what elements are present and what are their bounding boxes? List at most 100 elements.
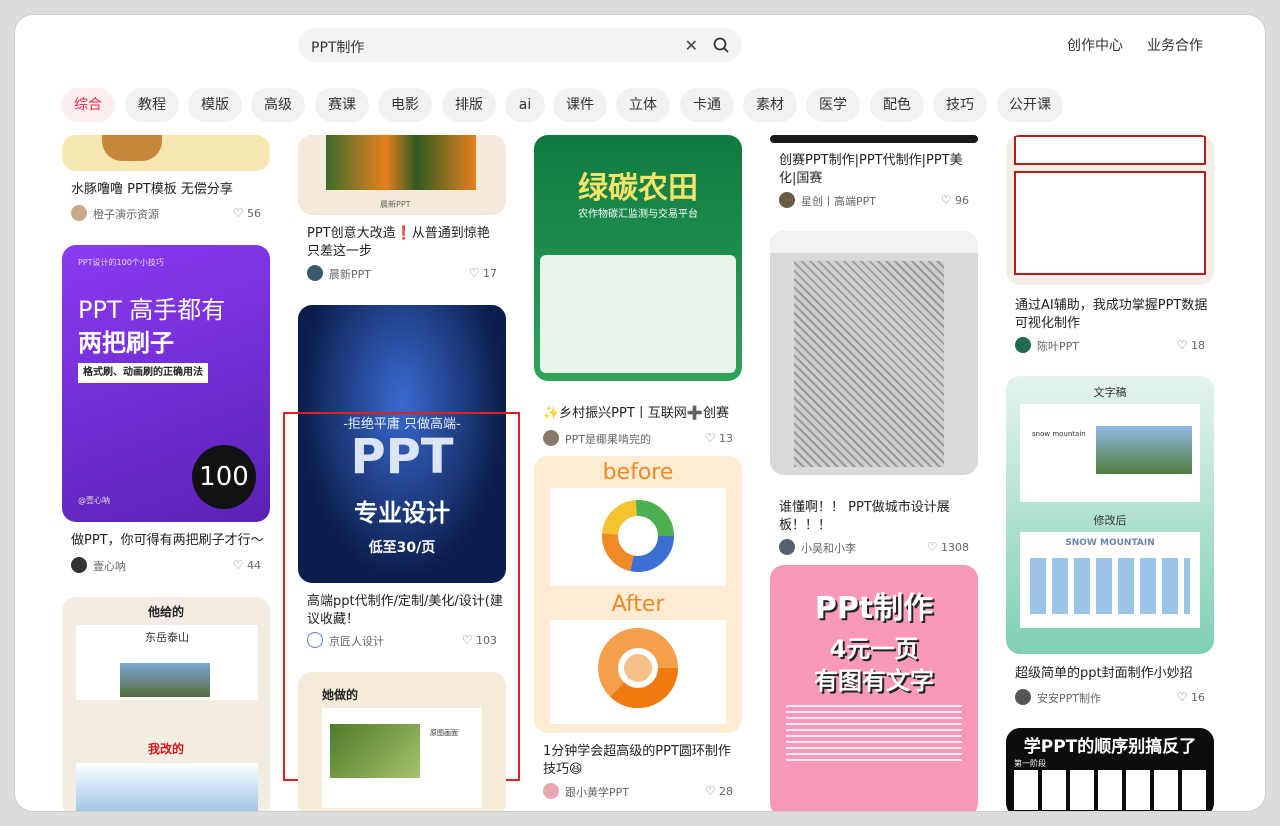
note-meta: 星创丨高端PPT ♡ 96 (779, 192, 969, 208)
note-title[interactable]: 创赛PPT制作|PPT代制作|PPT美化|国赛 (779, 152, 974, 188)
cover-side-text: 原图画面 (430, 729, 458, 737)
like-count[interactable]: ♡ 1308 (909, 540, 969, 554)
like-count[interactable]: ♡ 13 (673, 431, 733, 445)
author-name[interactable]: 晨新PPT (329, 266, 371, 282)
heart-icon[interactable]: ♡ (1177, 690, 1188, 704)
note-cover[interactable]: 学PPT的顺序别搞反了 第一阶段 (1006, 728, 1214, 811)
note-cover[interactable] (62, 135, 270, 171)
note-cover[interactable]: 他给的 东岳泰山 我改的 (62, 597, 270, 811)
note-cover[interactable]: 文字稿 snow mountain 修改后 SNOW MOUNTAIN (1006, 376, 1214, 654)
tab-category[interactable]: 电影 (378, 88, 432, 122)
author-name[interactable]: 陈叶PPT (1037, 338, 1079, 354)
cover-price: 4元一页 (829, 635, 919, 663)
tab-category[interactable]: 综合 (61, 88, 115, 122)
like-number: 16 (1191, 691, 1205, 704)
tab-category[interactable]: 模版 (188, 88, 242, 122)
note-cover[interactable]: PPt制作 4元一页 有图有文字 (770, 565, 978, 811)
avatar[interactable] (71, 557, 87, 573)
cover-slide-title: snow mountain (1032, 430, 1086, 438)
avatar[interactable] (543, 430, 559, 446)
note-cover[interactable]: before After (534, 456, 742, 733)
tab-category[interactable]: 卡通 (680, 88, 734, 122)
cover-caption-red: 我改的 (147, 742, 184, 756)
note-cover[interactable] (770, 231, 978, 475)
heart-icon[interactable]: ♡ (927, 540, 938, 554)
donut-chart-before (602, 500, 674, 572)
like-count[interactable]: ♡ 18 (1145, 338, 1205, 352)
heart-icon[interactable]: ♡ (705, 431, 716, 445)
like-count[interactable]: ♡ 16 (1145, 690, 1205, 704)
heart-icon[interactable]: ♡ (1177, 338, 1188, 352)
tab-category[interactable]: 高级 (251, 88, 305, 122)
avatar[interactable] (307, 265, 323, 281)
avatar[interactable] (779, 539, 795, 555)
tab-category[interactable]: 医学 (806, 88, 860, 122)
like-count[interactable]: ♡ 17 (437, 266, 497, 280)
note-title[interactable]: PPT创意大改造❗️从普通到惊艳只差这一步 (307, 225, 502, 261)
cover-caption: 她做的 (322, 688, 359, 702)
search-box[interactable]: PPT制作 ✕ (298, 28, 742, 62)
note-feed: 水豚噜噜 PPT模板 无偿分享 橙子演示资源 ♡ 56 PPT设计的100个小技… (15, 135, 1265, 811)
author-name[interactable]: 橙子演示资源 (93, 206, 159, 222)
note-cover[interactable]: 她做的 原图画面 (298, 672, 506, 811)
like-number: 28 (719, 785, 733, 798)
tab-category[interactable]: 教程 (125, 88, 179, 122)
like-count[interactable]: ♡ 96 (909, 193, 969, 207)
tab-category[interactable]: 素材 (743, 88, 797, 122)
heart-icon[interactable]: ♡ (233, 206, 244, 220)
note-meta: 小吴和小李 ♡ 1308 (779, 539, 969, 555)
avatar[interactable] (779, 192, 795, 208)
tab-category[interactable]: 立体 (616, 88, 670, 122)
like-count[interactable]: ♡ 28 (673, 784, 733, 798)
note-cover[interactable]: 绿碳农田 农作物碳汇监测与交易平台 (534, 135, 742, 381)
nav-creator-center[interactable]: 创作中心 (1067, 35, 1123, 55)
tab-category[interactable]: ai (505, 88, 545, 122)
author-name[interactable]: 星创丨高端PPT (801, 193, 876, 209)
note-cover[interactable] (1006, 135, 1214, 285)
tab-category[interactable]: 排版 (442, 88, 496, 122)
heart-icon[interactable]: ♡ (469, 266, 480, 280)
note-cover[interactable]: PPT设计的100个小技巧 PPT 高手都有 两把刷子 格式刷、动画刷的正确用法… (62, 245, 270, 522)
cover-subtitle: 格式刷、动画刷的正确用法 (78, 363, 208, 383)
note-title[interactable]: ✨乡村振兴PPT丨互联网➕创赛 (543, 405, 743, 423)
cover-tag: 晨新PPT (380, 200, 411, 209)
avatar[interactable] (1015, 689, 1031, 705)
cover-caption: 他给的 (147, 605, 184, 619)
author-name[interactable]: PPT是椰果啃完的 (565, 431, 651, 447)
heart-icon[interactable]: ♡ (705, 784, 716, 798)
tab-category[interactable]: 公开课 (997, 88, 1063, 122)
author-name[interactable]: 跟小黄学PPT (565, 784, 629, 800)
clear-icon[interactable]: ✕ (685, 36, 698, 55)
like-count[interactable]: ♡ 44 (201, 558, 261, 572)
note-meta: 陈叶PPT ♡ 18 (1015, 337, 1205, 353)
heart-icon[interactable]: ♡ (941, 193, 952, 207)
note-title[interactable]: 超级简单的ppt封面制作小妙招 (1015, 665, 1210, 683)
note-title[interactable]: 做PPT，你可得有两把刷子才行～ (71, 532, 266, 550)
note-cover[interactable]: 晨新PPT (298, 135, 506, 215)
author-name[interactable]: 安安PPT制作 (1037, 690, 1101, 706)
avatar[interactable] (1015, 337, 1031, 353)
note-cover[interactable] (770, 135, 978, 143)
tab-category[interactable]: 配色 (870, 88, 924, 122)
search-input[interactable]: PPT制作 (311, 37, 364, 57)
avatar[interactable] (71, 205, 87, 221)
cover-signature: @壹心呐 (78, 496, 110, 505)
note-title[interactable]: 通过AI辅助，我成功掌握PPT数据可视化制作 (1015, 297, 1210, 333)
search-icon[interactable] (712, 36, 730, 54)
heart-icon[interactable]: ♡ (233, 558, 244, 572)
tab-category[interactable]: 赛课 (315, 88, 369, 122)
note-title[interactable]: 水豚噜噜 PPT模板 无偿分享 (71, 181, 266, 199)
like-number: 56 (247, 207, 261, 220)
app-window: PPT制作 ✕ 创作中心 业务合作 综合 教程 模版 高级 赛课 电影 排版 a… (15, 15, 1265, 811)
like-number: 1308 (941, 541, 969, 554)
tab-category[interactable]: 技巧 (933, 88, 987, 122)
avatar[interactable] (543, 783, 559, 799)
nav-business[interactable]: 业务合作 (1147, 35, 1203, 55)
like-count[interactable]: ♡ 56 (201, 206, 261, 220)
note-title[interactable]: 谁懂啊！！ PPT做城市设计展板！！！ (779, 499, 974, 535)
tab-category[interactable]: 课件 (553, 88, 607, 122)
note-title[interactable]: 1分钟学会超高级的PPT圆环制作技巧😆 (543, 743, 738, 779)
cover-caption: 文字稿 (1093, 386, 1127, 399)
author-name[interactable]: 小吴和小李 (801, 540, 856, 556)
author-name[interactable]: 壹心呐 (93, 558, 126, 574)
